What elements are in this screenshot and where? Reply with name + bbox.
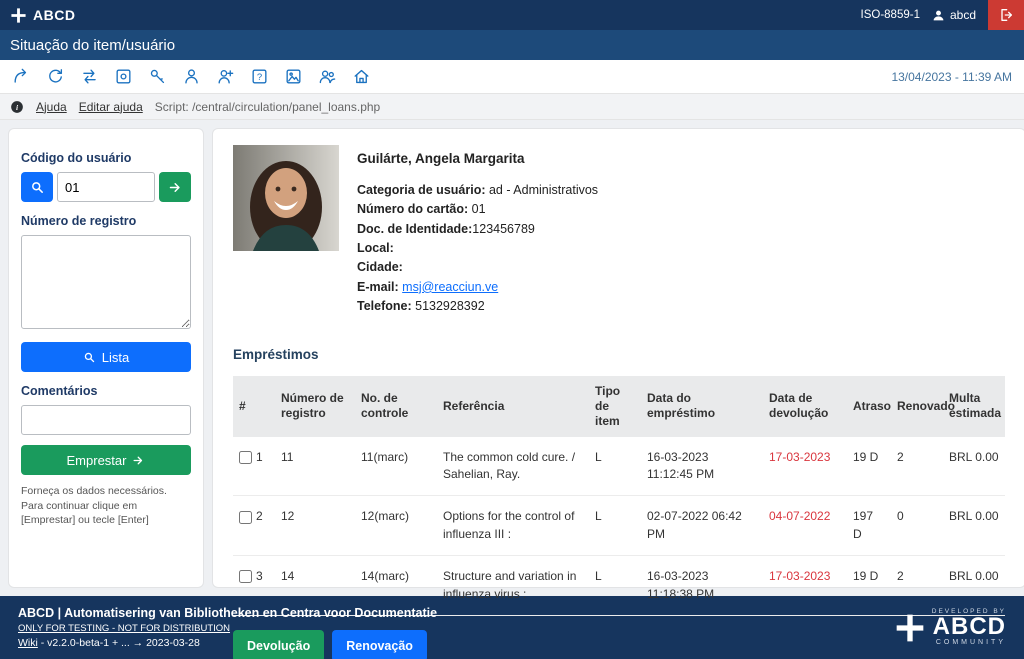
brand-text: ABCD [33, 7, 75, 23]
col-renovado: Renovado [891, 376, 943, 437]
loan-row-checkbox[interactable] [239, 570, 252, 583]
col-referencia: Referência [437, 376, 589, 437]
user-code-input[interactable] [57, 172, 155, 202]
footer-title: ABCD | Automatisering van Bibliotheken e… [18, 606, 437, 620]
user-add-icon[interactable] [216, 67, 235, 86]
target-box-icon[interactable] [114, 67, 133, 86]
edit-help-link[interactable]: Editar ajuda [79, 100, 143, 114]
svg-text:?: ? [257, 72, 262, 83]
loan-row-checkbox[interactable] [239, 511, 252, 524]
page-title-bar: Situação do item/usuário [0, 30, 1024, 60]
user-status-panel: Guilárte, Angela Margarita Categoria de … [212, 128, 1024, 588]
loan-arrow-icon[interactable] [12, 67, 31, 86]
logout-button[interactable] [988, 0, 1024, 30]
footer-logo: DEVELOPED BY ABCD COMMUNITY [894, 609, 1006, 647]
footer-logo-community: COMMUNITY [936, 639, 1006, 646]
comments-label: Comentários [21, 384, 191, 398]
app-logo: ABCD [10, 7, 75, 24]
users-icon[interactable] [318, 67, 337, 86]
footer-version: Wiki - v2.2.0-beta-1 + ... → 2023-03-28 [18, 637, 437, 649]
lista-button[interactable]: Lista [21, 342, 191, 372]
user-field-email: E-mail: msj@reacciun.ve [357, 278, 598, 297]
user-code-label: Código do usuário [21, 151, 191, 165]
col-controle: No. de controle [355, 376, 437, 437]
user-field-local: Local: [357, 239, 598, 258]
user-field-city: Cidade: [357, 258, 598, 277]
col-devolucao: Data de devolução [763, 376, 847, 437]
table-row: 1 11 11(marc) The common cold cure. / Sa… [233, 437, 1005, 496]
photo-icon[interactable] [284, 67, 303, 86]
top-bar: ABCD ISO-8859-1 abcd [0, 0, 1024, 30]
col-tipo: Tipo de item [589, 376, 641, 437]
swap-icon[interactable] [80, 67, 99, 86]
arrow-right-icon [168, 180, 183, 195]
help-link[interactable]: Ajuda [36, 100, 67, 114]
username-label: abcd [950, 8, 976, 22]
abcd-logo-icon [10, 7, 27, 24]
footer-logo-brand: ABCD [933, 615, 1006, 639]
emprestar-button[interactable]: Emprestar [21, 445, 191, 475]
wiki-link[interactable]: Wiki [18, 637, 38, 649]
user-icon [932, 9, 945, 22]
user-photo [233, 145, 339, 251]
refresh-icon[interactable] [46, 67, 65, 86]
col-num: # [233, 376, 275, 437]
home-icon[interactable] [352, 67, 371, 86]
logout-icon [998, 7, 1014, 23]
record-number-label: Número de registro [21, 214, 191, 228]
loans-section-title: Empréstimos [233, 347, 1005, 362]
email-link[interactable]: msj@reacciun.ve [402, 280, 498, 294]
table-row: 2 12 12(marc) Options for the control of… [233, 496, 1005, 556]
loan-row-checkbox[interactable] [239, 451, 252, 464]
user-field-card-number: Número do cartão: 01 [357, 200, 598, 219]
toolbar-datetime: 13/04/2023 - 11:39 AM [891, 70, 1012, 84]
help-bar: i Ajuda Editar ajuda Script: /central/ci… [0, 94, 1024, 120]
user-name: Guilárte, Angela Margarita [357, 149, 598, 170]
record-number-textarea[interactable] [21, 235, 191, 329]
user-icon[interactable] [182, 67, 201, 86]
arrow-right-icon [132, 454, 145, 467]
col-atraso: Atraso [847, 376, 891, 437]
loan-form-panel: Código do usuário Número de registro Lis… [8, 128, 204, 588]
page-title: Situação do item/usuário [10, 37, 175, 54]
info-icon: i [10, 100, 24, 114]
script-path: Script: /central/circulation/panel_loans… [155, 100, 380, 114]
search-icon [30, 180, 45, 195]
user-menu[interactable]: abcd [932, 8, 976, 22]
col-emprestimo: Data do empréstimo [641, 376, 763, 437]
emprestar-button-label: Emprestar [67, 453, 127, 468]
user-field-category: Categoria de usuário: ad - Administrativ… [357, 181, 598, 200]
toolbar: ? 13/04/2023 - 11:39 AM [0, 60, 1024, 94]
col-registro: Número de registro [275, 376, 355, 437]
lista-button-label: Lista [102, 350, 129, 365]
user-field-id-doc: Doc. de Identidade:123456789 [357, 220, 598, 239]
abcd-logo-icon [894, 612, 926, 644]
go-button[interactable] [159, 172, 191, 202]
user-field-phone: Telefone: 5132928392 [357, 297, 598, 316]
search-user-button[interactable] [21, 172, 53, 202]
search-icon [83, 351, 96, 364]
col-multa: Multa estimada [943, 376, 1005, 437]
content-area: Código do usuário Número de registro Lis… [0, 120, 1024, 596]
key-icon[interactable] [148, 67, 167, 86]
form-hint-text: Forneça os dados necessários. Para conti… [21, 484, 191, 528]
comments-input[interactable] [21, 405, 191, 435]
footer-testing-link[interactable]: ONLY FOR TESTING - NOT FOR DISTRIBUTION [18, 623, 437, 634]
encoding-label: ISO-8859-1 [861, 9, 920, 21]
loans-table: # Número de registro No. de controle Ref… [233, 376, 1005, 616]
help-box-icon[interactable]: ? [250, 67, 269, 86]
loans-table-header: # Número de registro No. de controle Ref… [233, 376, 1005, 437]
